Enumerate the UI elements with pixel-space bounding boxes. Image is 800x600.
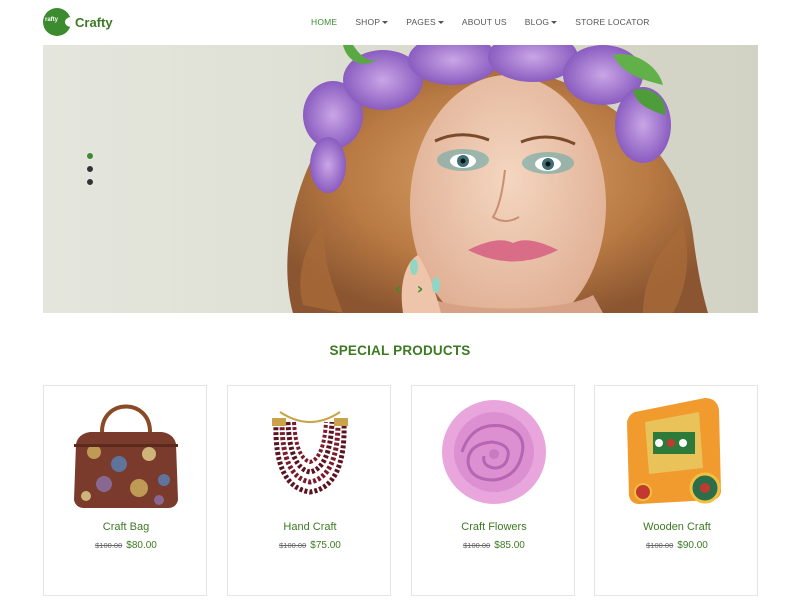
product-price: $100.00 $90.00 [595, 540, 759, 551]
slider-dot-2[interactable] [86, 165, 94, 173]
old-price: $100.00 [279, 541, 307, 550]
nav-item-home[interactable]: HOME [311, 17, 337, 27]
product-grid: Craft Bag $100.00 $80.00 Hand Craft $100.… [43, 385, 758, 596]
nav-item-shop[interactable]: SHOP [355, 17, 389, 27]
product-price: $100.00 $85.00 [412, 540, 576, 551]
current-price: $75.00 [310, 540, 341, 551]
product-card-hand-craft[interactable]: Hand Craft $100.00 $75.00 [227, 385, 391, 596]
old-price: $100.00 [95, 541, 123, 550]
product-card-wooden-craft[interactable]: Wooden Craft $100.00 $90.00 [594, 385, 758, 596]
handbag-image [74, 404, 178, 508]
necklace-image [272, 411, 348, 495]
product-card-craft-bag[interactable]: Craft Bag $100.00 $80.00 [43, 385, 207, 596]
product-name[interactable]: Craft Flowers [412, 521, 576, 533]
chevron-right-icon[interactable]: › [413, 281, 427, 297]
old-price: $100.00 [646, 541, 674, 550]
product-name[interactable]: Hand Craft [228, 521, 392, 533]
nav-label-store-locator: STORE LOCATOR [575, 17, 650, 27]
nav-label-pages: PAGES [406, 17, 436, 27]
product-price: $100.00 $80.00 [44, 540, 208, 551]
nav-label-blog: BLOG [524, 17, 550, 27]
slider-dot-1[interactable] [86, 152, 94, 160]
current-price: $85.00 [494, 540, 525, 551]
product-name[interactable]: Wooden Craft [595, 521, 759, 533]
product-price: $100.00 $75.00 [228, 540, 392, 551]
old-price: $100.00 [463, 541, 491, 550]
current-price: $80.00 [126, 540, 157, 551]
brand-name: Crafty [75, 14, 113, 30]
logo-badge-icon: rafty [43, 8, 71, 36]
site-header: rafty Crafty HOME SHOP PAGES ABOUT US BL… [0, 0, 800, 44]
logo-badge-text: rafty [45, 17, 59, 23]
hero-slider[interactable]: ‹ › [43, 45, 758, 313]
nav-label-shop: SHOP [355, 17, 381, 27]
hero-model-image [287, 45, 708, 313]
section-title: SPECIAL PRODUCTS [329, 343, 471, 358]
current-price: $90.00 [677, 540, 708, 551]
chevron-down-icon [437, 20, 444, 24]
chevron-left-icon[interactable]: ‹ [391, 281, 405, 297]
nav-label-about-us: ABOUT US [461, 17, 507, 27]
flower-image [442, 400, 546, 504]
slider-dot-3[interactable] [86, 178, 94, 186]
chevron-down-icon [382, 20, 389, 24]
main-nav: HOME SHOP PAGES ABOUT US BLOG STORE LOCA… [311, 0, 668, 44]
nav-item-pages[interactable]: PAGES [406, 17, 444, 27]
chevron-down-icon [551, 20, 558, 24]
wooden-holder-image [627, 398, 721, 504]
nav-item-blog[interactable]: BLOG [524, 17, 558, 27]
product-card-craft-flowers[interactable]: Craft Flowers $100.00 $85.00 [411, 385, 575, 596]
nav-item-store-locator[interactable]: STORE LOCATOR [575, 17, 649, 27]
slider-arrows: ‹ › [391, 281, 435, 297]
logo[interactable]: rafty Crafty [43, 8, 113, 36]
product-name[interactable]: Craft Bag [44, 521, 208, 533]
slider-pagination [86, 152, 94, 191]
nav-label-home: HOME [311, 17, 338, 27]
nav-item-about-us[interactable]: ABOUT US [462, 17, 507, 27]
